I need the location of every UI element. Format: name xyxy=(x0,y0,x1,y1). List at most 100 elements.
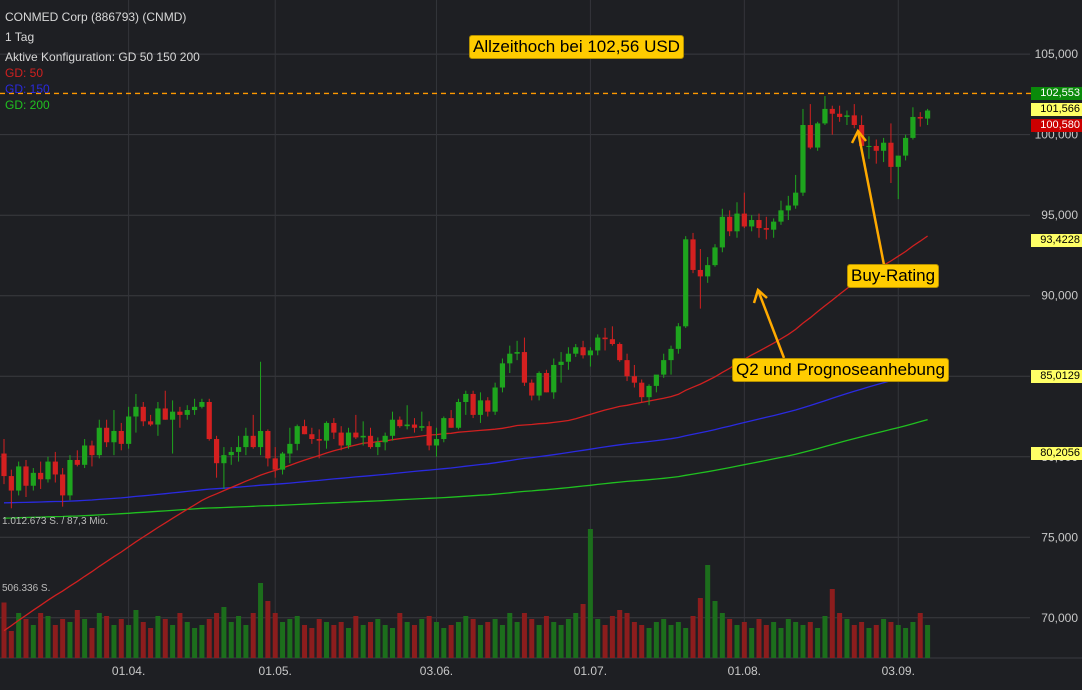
volume-bar xyxy=(338,622,344,658)
gd200-line xyxy=(3,418,928,519)
volume-bar xyxy=(302,625,308,658)
volume-bar xyxy=(433,622,439,658)
candle-body xyxy=(309,434,315,440)
volume-bar xyxy=(573,613,579,658)
volume-bar xyxy=(74,610,80,658)
x-tick-label: 01.08. xyxy=(728,664,761,678)
candle-body xyxy=(624,360,630,377)
volume-bar xyxy=(243,625,249,658)
candle-body xyxy=(749,220,755,227)
candle-body xyxy=(829,108,835,114)
candle-body xyxy=(536,373,542,396)
volume-bar xyxy=(507,613,513,658)
candle-body xyxy=(448,418,454,428)
volume-bar xyxy=(463,616,469,658)
volume-bar xyxy=(492,619,498,658)
candle-body xyxy=(646,385,652,398)
volume-bar xyxy=(82,619,88,658)
volume-bar xyxy=(206,619,212,658)
volume-bar xyxy=(170,625,176,658)
volume-bar xyxy=(595,619,601,658)
volume-bar xyxy=(837,613,843,658)
candle-body xyxy=(360,435,366,438)
volume-bar xyxy=(910,622,916,658)
price-tag: 85,0129 xyxy=(1031,369,1082,383)
volume-bar xyxy=(228,622,234,658)
candle-body xyxy=(697,269,703,277)
volume-bar xyxy=(419,619,425,658)
candle-body xyxy=(477,400,484,415)
candle-body xyxy=(426,426,432,446)
candle-body xyxy=(580,347,586,356)
volume-bar xyxy=(771,622,777,658)
candle-body xyxy=(323,422,330,441)
candle-body xyxy=(16,466,22,491)
volume-bar xyxy=(756,619,762,658)
candle-body xyxy=(111,430,117,443)
volume-bar xyxy=(426,616,432,658)
x-tick-label: 03.09. xyxy=(882,664,915,678)
config-label: Aktive Konfiguration: GD 50 150 200 xyxy=(5,50,200,64)
candle-body xyxy=(419,426,425,428)
price-tag: 102,553 xyxy=(1031,87,1082,101)
volume-bar xyxy=(800,625,806,658)
volume-bar xyxy=(690,616,696,658)
candle-body xyxy=(169,411,176,420)
legend-gd200: GD: 200 xyxy=(5,98,50,112)
candle-body xyxy=(807,125,813,148)
candle-body xyxy=(353,432,359,438)
candle-body xyxy=(96,427,102,456)
legend-gd150: GD: 150 xyxy=(5,82,50,96)
x-tick-label: 01.05. xyxy=(259,664,292,678)
candle-body xyxy=(529,382,535,396)
candle-body xyxy=(345,432,352,446)
volume-bar xyxy=(38,613,44,658)
volume-bar xyxy=(397,613,403,658)
volume-bar xyxy=(705,565,711,658)
volume-bar xyxy=(477,625,483,658)
candle-body xyxy=(881,142,887,151)
candle-body xyxy=(492,387,498,412)
volume-bar xyxy=(521,613,527,658)
candle-body xyxy=(800,125,806,193)
candle-body xyxy=(917,116,923,119)
candle-body xyxy=(507,353,513,364)
volume-bar xyxy=(551,622,557,658)
chart-area: 70,00075,00080,00085,00090,00095,000100,… xyxy=(0,0,1082,685)
candle-body xyxy=(873,145,879,151)
volume-bar xyxy=(236,616,242,658)
candle-body xyxy=(558,361,564,365)
candle-body xyxy=(595,337,601,351)
candle-body xyxy=(1,453,7,477)
volume-bar xyxy=(96,613,102,658)
candle-body xyxy=(228,451,234,456)
volume-bar xyxy=(280,622,286,658)
volume-bar xyxy=(807,622,813,658)
volume-bar xyxy=(536,625,542,658)
volume-bar xyxy=(668,625,674,658)
y-tick-label: 90,000 xyxy=(1041,289,1078,303)
candle-body xyxy=(272,458,278,470)
volume-bar xyxy=(67,622,73,658)
volume-bar xyxy=(763,625,769,658)
volume-bar xyxy=(133,610,139,658)
candle-body xyxy=(602,337,608,340)
volume-bar xyxy=(441,628,447,658)
candle-body xyxy=(104,427,110,443)
volume-bar xyxy=(45,616,51,658)
candle-body xyxy=(778,210,784,222)
price-tag: 100,580 xyxy=(1031,118,1082,132)
candle-body xyxy=(30,472,36,486)
volume-bar xyxy=(177,613,183,658)
volume-bar xyxy=(294,616,300,658)
volume-bar xyxy=(617,610,623,658)
volume-bar xyxy=(455,622,461,658)
volume-bar xyxy=(353,616,359,658)
volume-bar xyxy=(485,622,491,658)
y-tick-label: 105,000 xyxy=(1035,47,1079,61)
candle-body xyxy=(206,402,212,440)
candle-body xyxy=(184,410,190,415)
volume-bar xyxy=(111,625,117,658)
candle-body xyxy=(631,376,637,383)
volume-bar xyxy=(719,613,725,658)
